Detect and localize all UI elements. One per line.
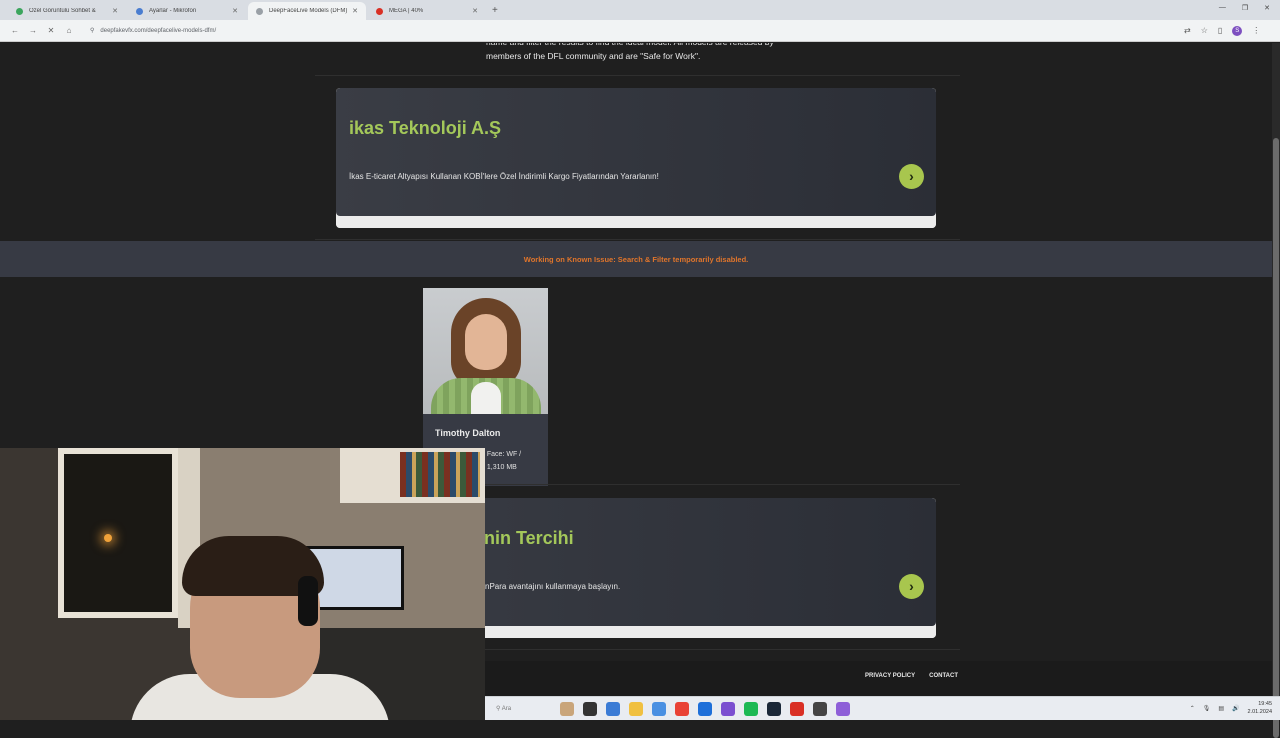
webcam-street-light <box>104 534 112 542</box>
browser-tab[interactable]: MEGA | 40% ✕ <box>368 2 486 20</box>
app-icon[interactable] <box>721 702 735 716</box>
clock-time: 19:45 <box>1258 701 1272 707</box>
ad-title: ikas Teknoloji A.Ş <box>349 118 502 138</box>
address-bar-row: ← → ✕ ⌂ ⚲ deepfakevfx.com/deepfacelive-m… <box>0 20 1280 42</box>
portrait-face <box>465 314 507 370</box>
close-icon[interactable]: ✕ <box>472 7 478 15</box>
divider <box>315 239 960 240</box>
tab-favicon-icon <box>256 7 263 15</box>
forward-icon[interactable]: → <box>24 26 42 35</box>
close-icon[interactable]: ✕ <box>112 7 118 15</box>
tab-favicon-icon <box>376 7 383 15</box>
widget-icon[interactable] <box>560 702 574 716</box>
browser-tab[interactable]: Ayarlar - Mikrofon ✕ <box>128 2 246 20</box>
browser-tab-strip: Özel Görüntülü Sohbet & ✕ Ayarlar - Mikr… <box>0 0 1280 20</box>
intro-text: name and filter the results to find the … <box>486 43 774 61</box>
network-icon[interactable]: ▤ <box>1218 705 1224 712</box>
app-icon[interactable] <box>790 702 804 716</box>
headset-icon <box>298 576 318 626</box>
ad-description: İkas E-ticaret Altyapısı Kullanan KOBİ'l… <box>349 172 659 181</box>
webcam-overlay <box>0 448 485 720</box>
tab-label: DeepFaceLive Models (DFM) <box>269 8 348 14</box>
clock-date: 2.01.2024 <box>1247 709 1272 715</box>
window-controls: — ❐ ✕ <box>1219 4 1270 12</box>
page-scrollbar[interactable] <box>1272 43 1280 738</box>
ad-description: nPara avantajını kullanmaya başlayın. <box>485 582 621 591</box>
tab-label: MEGA | 40% <box>389 8 424 14</box>
webcam-window-scene <box>58 448 178 618</box>
ad-banner-ikas[interactable]: ikas Teknoloji A.Ş İkas E-ticaret Altyap… <box>336 88 936 228</box>
model-thumbnail[interactable] <box>423 288 548 414</box>
app-icon[interactable] <box>698 702 712 716</box>
portrait-tee <box>471 382 501 414</box>
ad-title: nin Tercihi <box>484 528 574 548</box>
app-icon[interactable] <box>606 702 620 716</box>
app-icon[interactable] <box>813 702 827 716</box>
webcam-books <box>400 452 480 497</box>
site-info-icon[interactable]: ⚲ <box>90 27 94 34</box>
taskbar-search[interactable]: ⚲ Ara <box>488 702 568 716</box>
system-tray: ⌃ 🎙 ▤ 🔊 19:45 2.01.2024 <box>1190 700 1272 716</box>
app-icon[interactable] <box>836 702 850 716</box>
chevron-right-icon[interactable]: › <box>899 574 924 599</box>
profile-avatar[interactable]: S <box>1232 25 1243 36</box>
close-icon[interactable]: ✕ <box>232 7 238 15</box>
close-window-icon[interactable]: ✕ <box>1264 4 1270 12</box>
new-tab-button[interactable]: + <box>492 2 498 20</box>
chevron-up-icon[interactable]: ⌃ <box>1190 705 1195 712</box>
task-view-icon[interactable] <box>583 702 597 716</box>
known-issue-notice: Working on Known Issue: Search & Filter … <box>0 241 1272 277</box>
clock[interactable]: 19:45 2.01.2024 <box>1248 700 1272 716</box>
contact-link[interactable]: CONTACT <box>929 673 958 679</box>
minimize-icon[interactable]: — <box>1219 4 1226 12</box>
url-field[interactable]: ⚲ deepfakevfx.com/deepfacelive-models-df… <box>84 22 1174 39</box>
browser-tab-active[interactable]: DeepFaceLive Models (DFM) ✕ <box>248 2 366 20</box>
close-icon[interactable]: ✕ <box>352 7 358 15</box>
spotify-icon[interactable] <box>744 702 758 716</box>
back-icon[interactable]: ← <box>6 26 24 35</box>
translate-icon[interactable]: ⇄ <box>1184 26 1191 35</box>
sidebar-icon[interactable]: ▯ <box>1218 26 1222 35</box>
browser-tab[interactable]: Özel Görüntülü Sohbet & ✕ <box>8 2 126 20</box>
menu-dots-icon[interactable]: ⋮ <box>1252 26 1260 35</box>
chevron-right-icon[interactable]: › <box>899 164 924 189</box>
app-icon[interactable] <box>652 702 666 716</box>
url-text: deepfakevfx.com/deepfacelive-models-dfm/ <box>100 27 217 34</box>
ad-footer <box>336 216 936 228</box>
mic-icon[interactable]: 🎙 <box>1203 705 1211 712</box>
tab-label: Özel Görüntülü Sohbet & <box>29 8 96 14</box>
tab-label: Ayarlar - Mikrofon <box>149 8 197 14</box>
privacy-policy-link[interactable]: PRIVACY POLICY <box>865 673 915 679</box>
bookmark-star-icon[interactable]: ☆ <box>1201 26 1208 35</box>
divider <box>315 75 960 76</box>
tab-favicon-icon <box>16 7 23 15</box>
model-name[interactable]: Timothy Dalton <box>435 428 500 438</box>
home-icon[interactable]: ⌂ <box>60 26 78 35</box>
steam-icon[interactable] <box>767 702 781 716</box>
taskbar-search-placeholder: Ara <box>501 706 512 712</box>
scrollbar-thumb[interactable] <box>1273 138 1279 738</box>
chrome-icon[interactable] <box>675 702 689 716</box>
tab-favicon-icon <box>136 7 143 15</box>
file-explorer-icon[interactable] <box>629 702 643 716</box>
volume-icon[interactable]: 🔊 <box>1232 705 1239 712</box>
ad-panel: ikas Teknoloji A.Ş İkas E-ticaret Altyap… <box>336 88 936 216</box>
stop-loading-icon[interactable]: ✕ <box>42 26 60 35</box>
restore-icon[interactable]: ❐ <box>1242 4 1248 12</box>
